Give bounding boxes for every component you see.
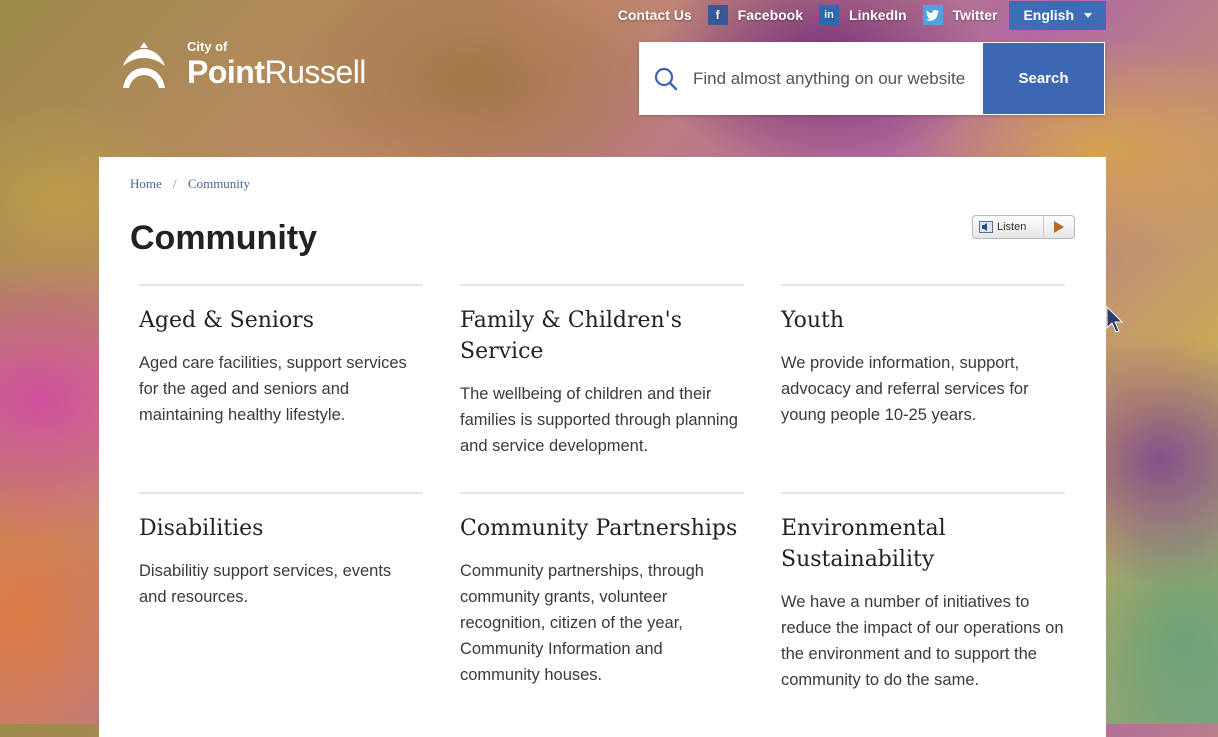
card-title[interactable]: Family & Children's Service [460,305,744,367]
card-aged-seniors[interactable]: Aged & Seniors Aged care facilities, sup… [139,284,423,428]
card-title[interactable]: Community Partnerships [460,513,744,544]
listen-button[interactable]: Listen [972,215,1075,239]
search-icon [639,42,693,115]
card-description: We have a number of initiatives to reduc… [781,593,1064,689]
twitter-icon [922,5,943,25]
language-select[interactable]: English [1009,0,1106,30]
card-title[interactable]: Disabilities [139,513,423,544]
play-icon [1043,216,1074,238]
card-description: The wellbeing of children and their fami… [460,385,738,455]
speaker-icon [979,221,993,233]
breadcrumb: Home / Community [130,176,250,192]
card-family-children[interactable]: Family & Children's Service The wellbein… [460,284,744,459]
card-disabilities[interactable]: Disabilities Disabilitiy support service… [139,492,423,610]
facebook-icon: f [707,5,728,25]
logo-name-bold: Point [187,54,265,90]
language-label: English [1023,7,1074,23]
linkedin-icon: in [819,5,840,25]
card-description: We provide information, support, advocac… [781,354,1029,424]
content-panel: Home / Community Community Listen Aged &… [99,157,1106,737]
logo-city-of: City of [187,39,228,54]
linkedin-label: LinkedIn [849,7,907,23]
card-description: Aged care facilities, support services f… [139,354,407,424]
page-title: Community [130,219,317,257]
card-community-partnerships[interactable]: Community Partnerships Community partner… [460,492,744,688]
facebook-label: Facebook [737,7,804,23]
card-title[interactable]: Youth [781,305,1065,336]
top-utility-bar: Contact Us f Facebook in LinkedIn Twitte… [602,0,1106,30]
card-environmental-sustainability[interactable]: Environmental Sustainability We have a n… [781,492,1065,693]
contact-us-link[interactable]: Contact Us [618,7,692,23]
search-button[interactable]: Search [982,42,1105,115]
breadcrumb-home[interactable]: Home [130,176,162,191]
card-title[interactable]: Environmental Sustainability [781,513,1065,575]
search-input[interactable] [693,42,982,115]
card-description: Disabilitiy support services, events and… [139,562,392,606]
site-logo[interactable]: City of PointRussell [121,40,366,90]
chevron-down-icon [1084,12,1092,18]
breadcrumb-separator: / [173,176,177,191]
listen-label: Listen [997,221,1027,233]
twitter-label: Twitter [952,7,998,23]
mouse-pointer-icon [1106,306,1124,333]
card-title[interactable]: Aged & Seniors [139,305,423,336]
breadcrumb-current[interactable]: Community [188,176,250,191]
logo-dome-icon [123,42,165,88]
contact-us-label: Contact Us [617,7,692,23]
linkedin-link[interactable]: in LinkedIn [819,5,907,25]
logo-text: City of PointRussell [187,39,366,91]
card-description: Community partnerships, through communit… [460,562,704,684]
twitter-link[interactable]: Twitter [922,5,998,25]
card-youth[interactable]: Youth We provide information, support, a… [781,284,1065,428]
facebook-link[interactable]: f Facebook [707,5,804,25]
logo-name-light: Russell [264,54,366,90]
site-search: Search [639,42,1105,115]
logo-city-name: PointRussell [187,54,366,90]
